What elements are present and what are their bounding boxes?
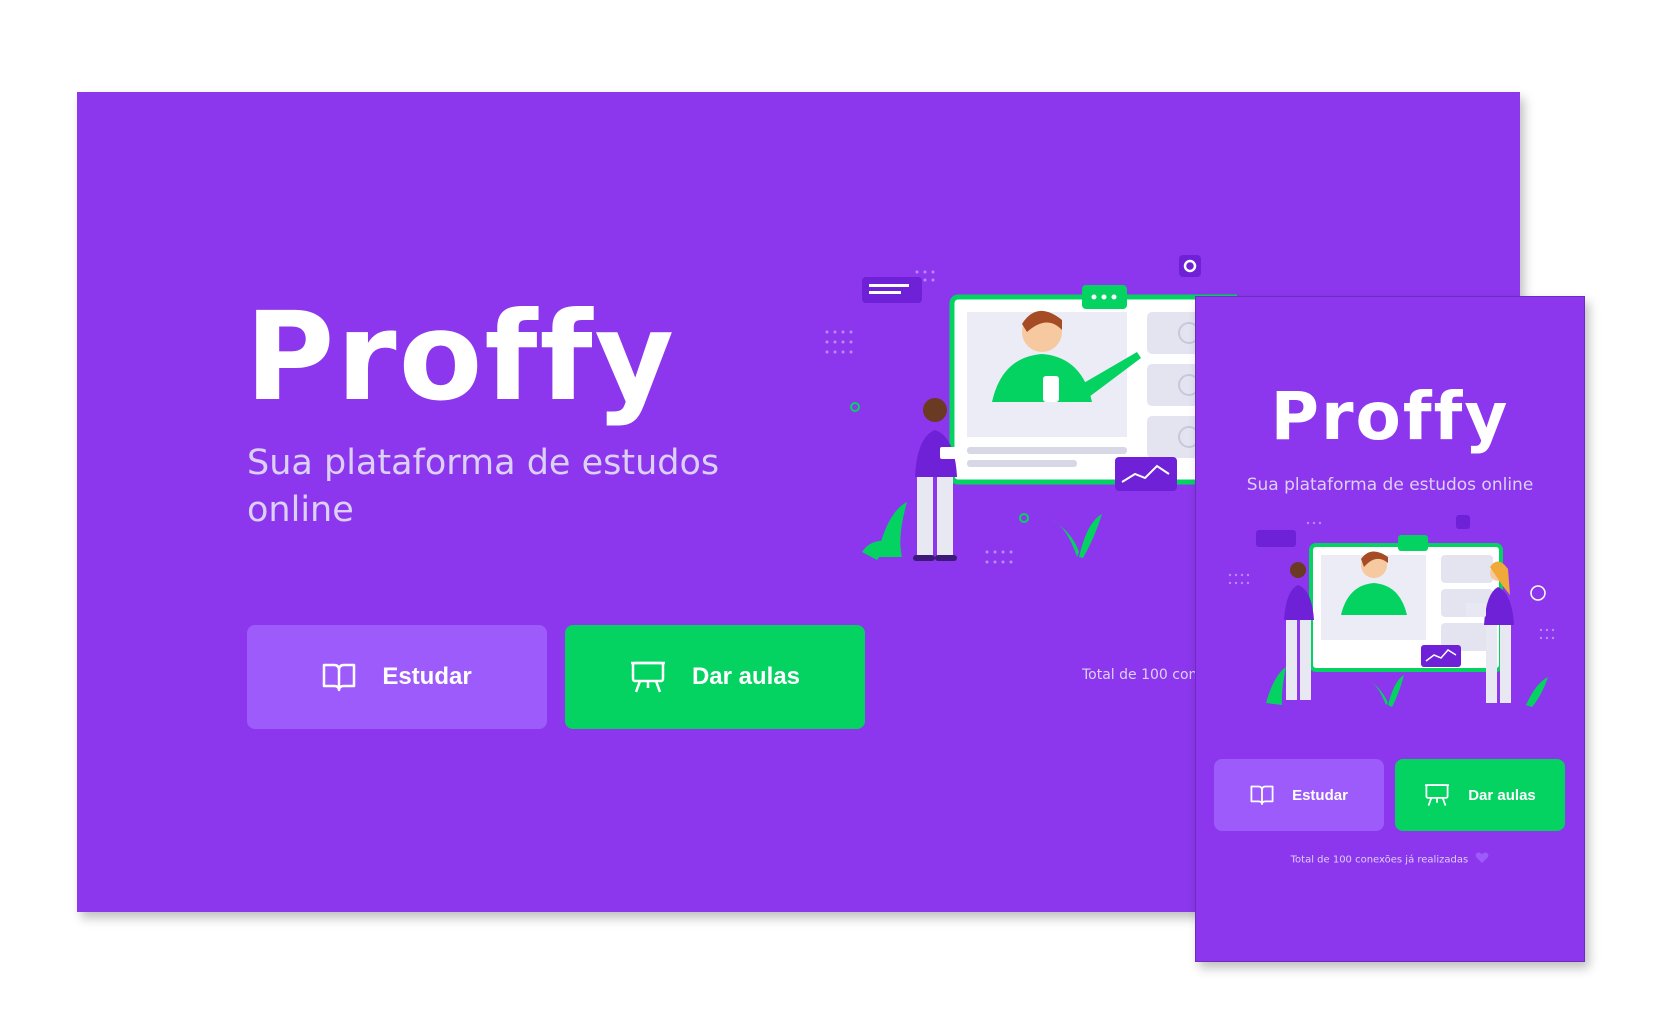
proffy-logo: Proffy: [245, 286, 677, 428]
purple-heart-icon: [1475, 852, 1489, 867]
hero-illustration: [1228, 515, 1555, 707]
presentation-board-icon: [630, 660, 666, 694]
mobile-landing-screen: Proffy Sua plataforma de estudos online: [1195, 296, 1585, 962]
total-connections-text: Total de 100 conexões já realizadas: [1196, 852, 1584, 867]
give-classes-button-label: Dar aulas: [691, 663, 801, 690]
tagline: Sua plataforma de estudos online: [247, 443, 720, 530]
study-button-label: Estudar: [382, 663, 472, 690]
book-icon: [322, 662, 356, 692]
give-classes-button-label: Dar aulas: [1468, 786, 1536, 804]
study-button[interactable]: Estudar: [247, 625, 547, 729]
give-classes-button[interactable]: Dar aulas: [565, 625, 865, 729]
hero-illustration: [825, 255, 1237, 564]
total-connections-text: Total de 100 con: [1082, 667, 1198, 683]
give-classes-button[interactable]: Dar aulas: [1395, 759, 1565, 831]
tagline: Sua plataforma de estudos online: [1246, 475, 1534, 495]
study-button-label: Estudar: [1292, 786, 1348, 804]
study-button[interactable]: Estudar: [1214, 759, 1384, 831]
presentation-board-icon: [1424, 783, 1450, 807]
total-connections-label: Total de 100 conexões já realizadas: [1290, 854, 1469, 866]
proffy-logo: Proffy: [1270, 378, 1510, 455]
book-icon: [1250, 784, 1274, 806]
